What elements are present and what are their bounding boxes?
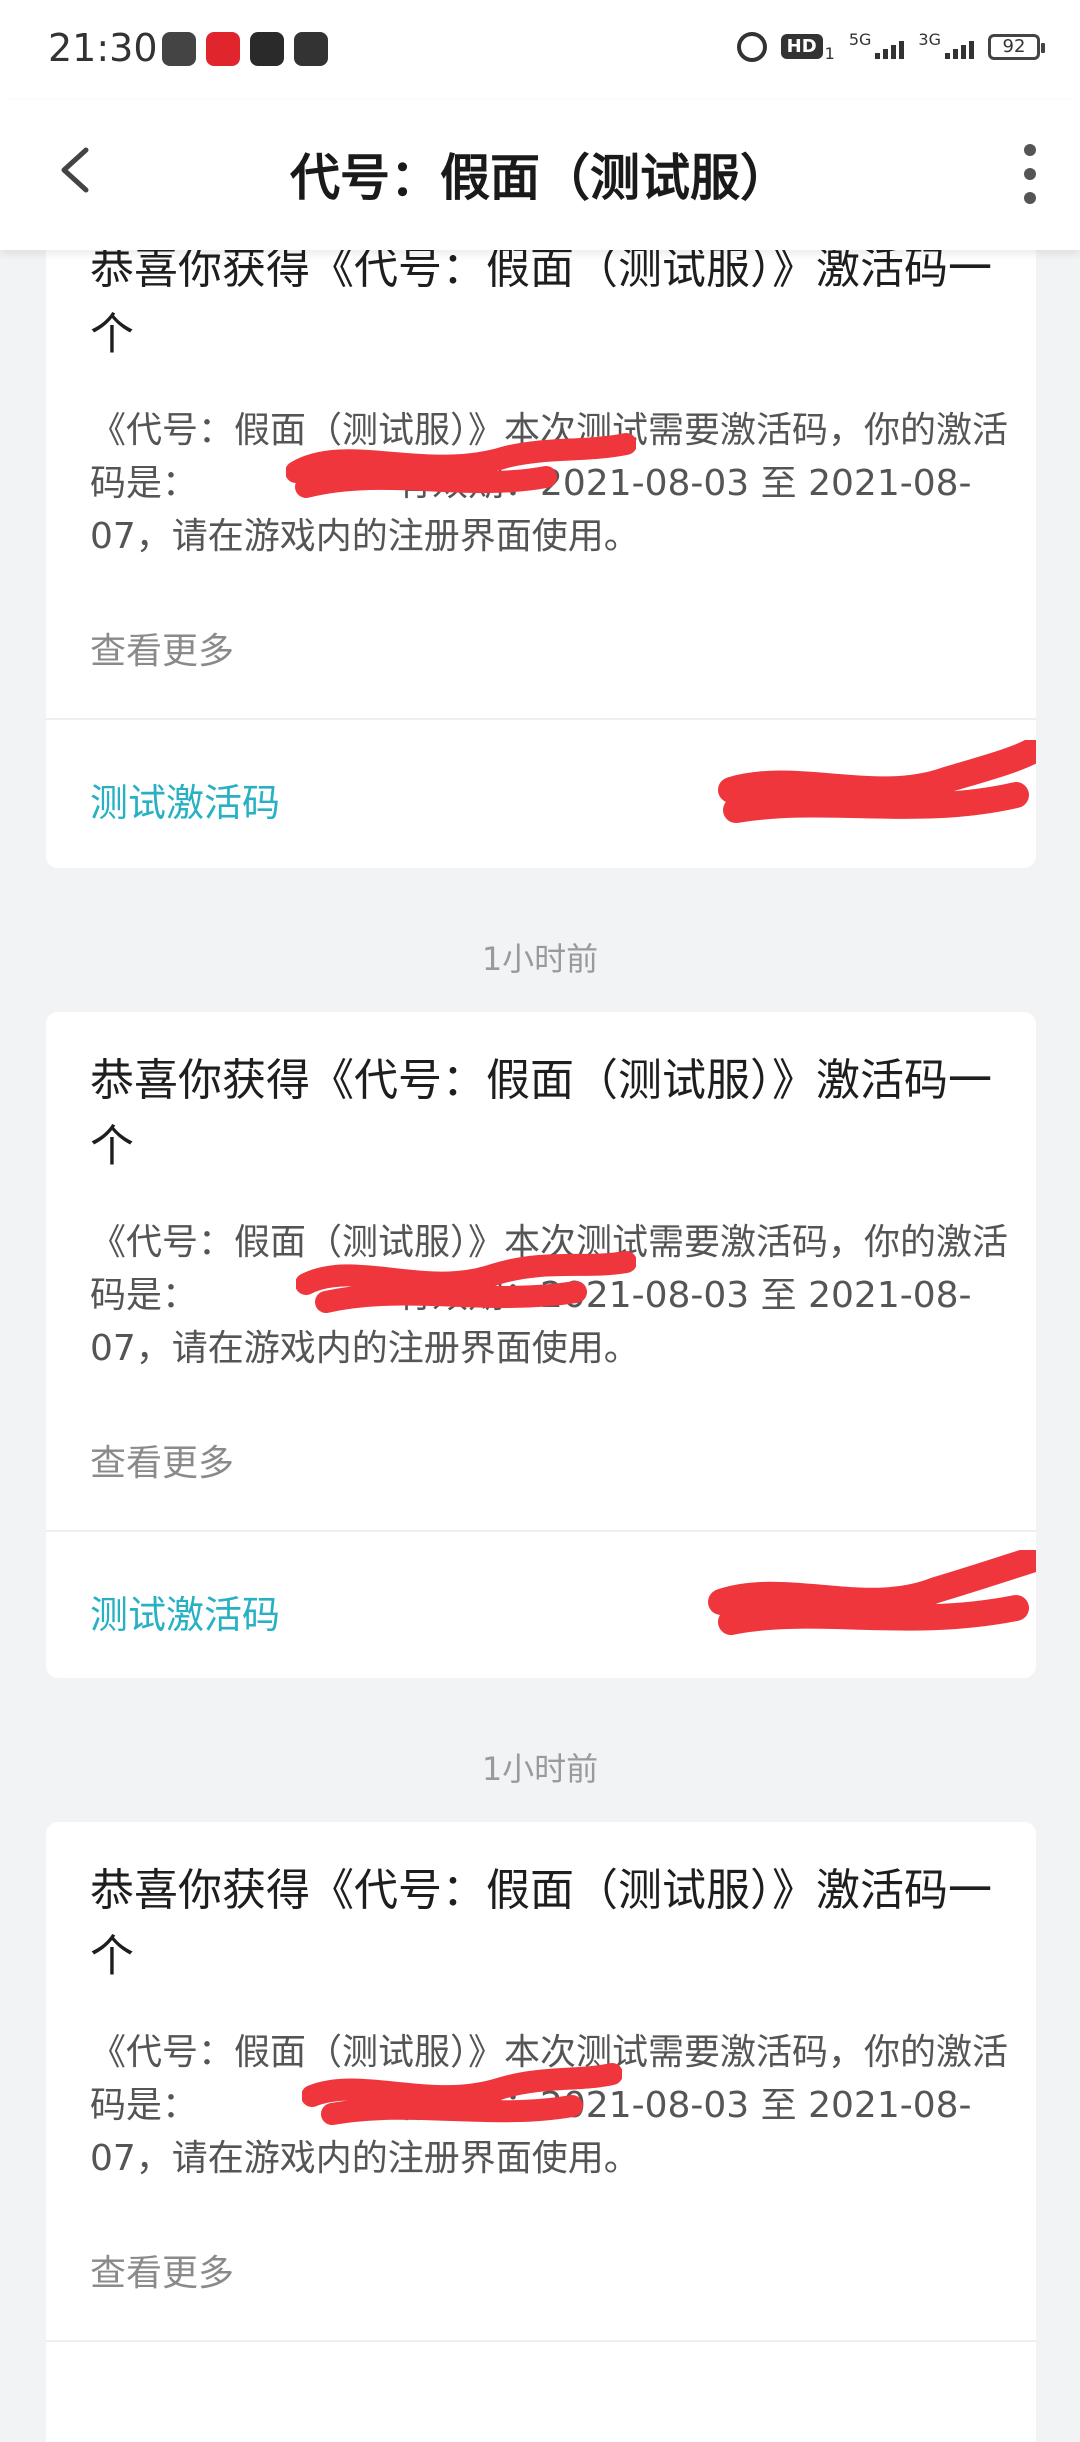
- page-title: 代号：假面（测试服）: [290, 149, 790, 207]
- status-time: 21:30: [48, 26, 158, 70]
- network-5g-label: 5G: [848, 30, 872, 49]
- hd-voice-icon: HD: [780, 34, 823, 59]
- divider: [46, 2340, 1036, 2342]
- message-card-2: 恭喜你获得《代号：假面（测试服）》激活码一个 《代号：假面（测试服）》本次测试需…: [46, 1012, 1036, 1678]
- redaction-mark: [302, 2063, 622, 2125]
- divider: [46, 718, 1036, 720]
- redaction-mark: [718, 740, 1036, 823]
- message-card-1: 恭喜你获得《代号：假面（测试服）》激活码一个 《代号：假面（测试服）》本次测试需…: [46, 200, 1036, 868]
- game-notification-icon: [250, 32, 284, 66]
- message-timestamp: 1小时前: [481, 940, 599, 978]
- view-more-link[interactable]: 查看更多: [90, 622, 234, 674]
- redaction-mark: [286, 433, 636, 498]
- signal-icon: [875, 35, 905, 59]
- alarm-icon: [736, 31, 767, 62]
- app-header: 代号：假面（测试服）: [0, 100, 1080, 250]
- message-title: 恭喜你获得《代号：假面（测试服）》激活码一个: [90, 1055, 992, 1172]
- redaction-mark: [296, 1251, 636, 1313]
- message-title: 恭喜你获得《代号：假面（测试服）》激活码一个: [90, 243, 992, 360]
- message-icon: [294, 32, 328, 66]
- more-options-icon[interactable]: [1022, 144, 1038, 204]
- hd-sub: 1: [824, 44, 835, 63]
- status-indicators: HD 1 5G 3G 92: [736, 30, 1045, 63]
- activation-code-label: 测试激活码: [90, 1593, 281, 1637]
- signal-icon-2: [945, 35, 974, 59]
- view-more-link[interactable]: 查看更多: [90, 1434, 234, 1486]
- netease-music-icon: [206, 32, 240, 66]
- app-notification-icon: [162, 32, 196, 66]
- network-3g-label: 3G: [918, 30, 941, 49]
- activation-code-label: 测试激活码: [90, 781, 281, 825]
- message-title: 恭喜你获得《代号：假面（测试服）》激活码一个: [90, 1865, 992, 1982]
- battery-icon: 92: [988, 33, 1045, 60]
- view-more-link[interactable]: 查看更多: [90, 2244, 234, 2296]
- status-bar: 21:30 HD 1 5G 3G 92: [0, 0, 1080, 100]
- message-timestamp: 1小时前: [481, 1750, 599, 1788]
- message-card-3: 恭喜你获得《代号：假面（测试服）》激活码一个 《代号：假面（测试服）》本次测试需…: [46, 1822, 1036, 2442]
- divider: [46, 1530, 1036, 1532]
- redaction-mark: [708, 1550, 1036, 1635]
